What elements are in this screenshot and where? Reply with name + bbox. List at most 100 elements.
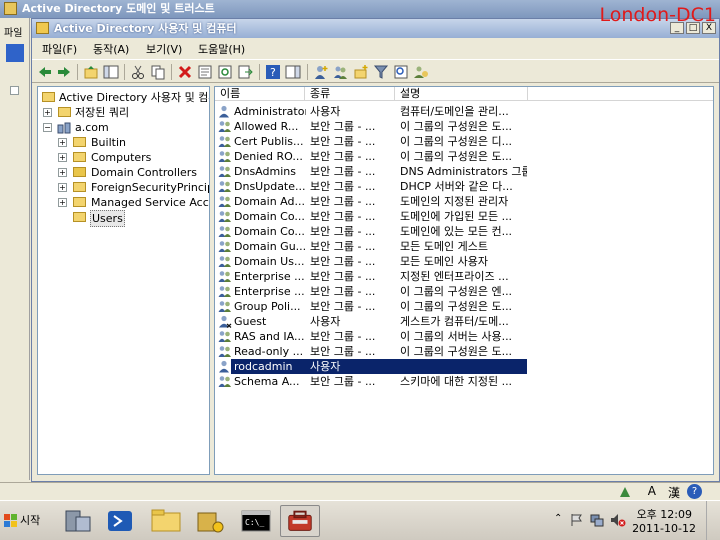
- expand-icon[interactable]: +: [58, 183, 67, 192]
- properties-icon[interactable]: [197, 64, 213, 80]
- cell-name: Enterprise ...: [234, 270, 305, 283]
- show-hidden-icons-icon[interactable]: ⌃: [554, 513, 562, 524]
- cell-type: 보안 그룹 - ...: [310, 135, 376, 148]
- list-item[interactable]: Enterprise ... 보안 그룹 - ... 지정된 엔터프라이즈 ...: [215, 269, 713, 284]
- list-item[interactable]: Enterprise ... 보안 그룹 - ... 이 그룹의 구성원은 엔...: [215, 284, 713, 299]
- expand-icon[interactable]: +: [58, 168, 67, 177]
- list-item[interactable]: Guest 사용자 게스트가 컴퓨터/도메...: [215, 314, 713, 329]
- disabled-user-icon: [219, 315, 232, 328]
- list-item[interactable]: Domain Co... 보안 그룹 - ... 도메인에 가입된 모든 ...: [215, 209, 713, 224]
- cell-type: 보안 그룹 - ...: [310, 375, 376, 388]
- svg-text:?: ?: [270, 66, 276, 79]
- flag-icon[interactable]: [570, 513, 584, 527]
- toolbar-separator: [259, 64, 260, 80]
- list-item[interactable]: Read-only ... 보안 그룹 - ... 이 그룹의 구성원은 도...: [215, 344, 713, 359]
- list-item[interactable]: Domain Us... 보안 그룹 - ... 모든 도메인 사용자: [215, 254, 713, 269]
- collapse-icon[interactable]: −: [43, 123, 52, 132]
- clock-time[interactable]: 오후 12:09: [637, 506, 692, 522]
- cut-icon[interactable]: [130, 64, 146, 80]
- menu-file[interactable]: 파일(F): [42, 41, 77, 57]
- group-icon: [218, 211, 231, 222]
- list-item[interactable]: Denied RO... 보안 그룹 - ... 이 그룹의 구성원은 도...: [215, 149, 713, 164]
- cell-name: Group Poli...: [234, 300, 301, 313]
- cell-name: DnsUpdate...: [234, 180, 306, 193]
- export-list-icon[interactable]: [237, 64, 253, 80]
- clock-date[interactable]: 2011-10-12: [632, 522, 696, 535]
- filter-icon[interactable]: [373, 64, 389, 80]
- list-item[interactable]: Domain Co... 보안 그룹 - ... 도메인에 있는 모든 컨...: [215, 224, 713, 239]
- list-item[interactable]: Administrator 사용자 컴퓨터/도메인을 관리...: [215, 104, 713, 119]
- aduc-taskbar-icon[interactable]: [280, 505, 320, 537]
- start-label: 시작: [20, 514, 41, 527]
- refresh-icon[interactable]: [217, 64, 233, 80]
- background-menu-file[interactable]: 파일: [4, 24, 22, 39]
- expand-icon[interactable]: +: [58, 153, 67, 162]
- menu-view[interactable]: 보기(V): [146, 41, 182, 57]
- explorer-icon[interactable]: [146, 505, 186, 537]
- cell-description: 이 그룹의 구성원은 디...: [400, 135, 513, 148]
- forward-icon[interactable]: [56, 64, 72, 80]
- start-button[interactable]: 시작: [2, 510, 40, 532]
- up-folder-icon[interactable]: [83, 64, 99, 80]
- cell-type: 보안 그룹 - ...: [310, 225, 376, 238]
- new-ou-icon[interactable]: [353, 64, 369, 80]
- server-manager-icon[interactable]: [58, 505, 98, 537]
- cell-name: Schema A...: [234, 375, 300, 388]
- back-icon[interactable]: [37, 64, 53, 80]
- help-icon[interactable]: ?: [687, 484, 702, 499]
- cell-description: 스키마에 대한 지정된 ...: [400, 375, 513, 388]
- copy-icon[interactable]: [150, 64, 166, 80]
- network-icon[interactable]: [590, 513, 604, 527]
- list-item[interactable]: Domain Gu... 보안 그룹 - ... 모든 도메인 게스트: [215, 239, 713, 254]
- cell-type: 보안 그룹 - ...: [310, 300, 376, 313]
- column-header-description[interactable]: 설명: [395, 87, 528, 101]
- list-item[interactable]: DnsUpdate... 보안 그룹 - ... DHCP 서버와 같은 다...: [215, 179, 713, 194]
- group-icon: [218, 301, 231, 312]
- toolbar-separator: [171, 64, 172, 80]
- new-user-icon[interactable]: [313, 64, 329, 80]
- list-item[interactable]: Group Poli... 보안 그룹 - ... 이 그룹의 구성원은 도...: [215, 299, 713, 314]
- list-item[interactable]: DnsAdmins 보안 그룹 - ... DNS Administrators 그…: [215, 164, 713, 179]
- cell-name: Read-only ...: [234, 345, 304, 358]
- back-arrow-icon[interactable]: [6, 44, 24, 62]
- ime-mode-indicator[interactable]: A: [648, 484, 656, 498]
- find-icon[interactable]: [393, 64, 409, 80]
- tree-item-label: Builtin: [91, 136, 126, 149]
- list-item[interactable]: Cert Publis... 보안 그룹 - ... 이 그룹의 구성원은 디...: [215, 134, 713, 149]
- powershell-icon[interactable]: [100, 505, 140, 537]
- expand-icon[interactable]: +: [43, 108, 52, 117]
- show-desktop-button[interactable]: [706, 501, 720, 540]
- list-item[interactable]: rodcadmin 사용자: [215, 359, 713, 374]
- add-to-group-icon[interactable]: [413, 64, 429, 80]
- list-item[interactable]: Domain Ad... 보안 그룹 - ... 도메인의 지정된 관리자: [215, 194, 713, 209]
- command-prompt-icon[interactable]: C:\_: [236, 505, 276, 537]
- ad-domains-trusts-icon[interactable]: [190, 505, 230, 537]
- tree-item-label: ForeignSecurityPrincipals: [91, 181, 209, 194]
- app-icon: [4, 2, 17, 15]
- ime-icon[interactable]: [618, 485, 632, 499]
- group-icon: [218, 286, 231, 297]
- aduc-window: Active Directory 사용자 및 컴퓨터 _ □ X 파일(F) 동…: [31, 18, 720, 482]
- action-pane-icon[interactable]: [285, 64, 301, 80]
- delete-icon[interactable]: [177, 64, 193, 80]
- help-icon[interactable]: ?: [265, 64, 281, 80]
- menu-action[interactable]: 동작(A): [93, 41, 129, 57]
- cell-type: 보안 그룹 - ...: [310, 255, 376, 268]
- object-list: 이름 종류 설명 Administrator 사용자 컴퓨터/도메인을 관리... A…: [214, 86, 714, 475]
- expand-icon[interactable]: +: [58, 138, 67, 147]
- column-header-name[interactable]: 이름: [215, 87, 305, 101]
- hanja-indicator[interactable]: 漢: [668, 484, 680, 501]
- user-icon: [219, 360, 229, 373]
- list-item[interactable]: Allowed R... 보안 그룹 - ... 이 그룹의 구성원은 도...: [215, 119, 713, 134]
- list-item[interactable]: Schema A... 보안 그룹 - ... 스키마에 대한 지정된 ...: [215, 374, 713, 389]
- cell-description: 이 그룹의 서버는 사용...: [400, 330, 513, 343]
- volume-muted-icon[interactable]: [610, 513, 626, 527]
- svg-text:C:\_: C:\_: [245, 518, 264, 527]
- menu-help[interactable]: 도움말(H): [198, 41, 245, 57]
- console-tree-icon[interactable]: [103, 64, 119, 80]
- tree-expand-icon[interactable]: [10, 86, 19, 95]
- column-header-type[interactable]: 종류: [305, 87, 395, 101]
- list-item[interactable]: RAS and IA... 보안 그룹 - ... 이 그룹의 서버는 사용...: [215, 329, 713, 344]
- expand-icon[interactable]: +: [58, 198, 67, 207]
- new-group-icon[interactable]: [333, 64, 349, 80]
